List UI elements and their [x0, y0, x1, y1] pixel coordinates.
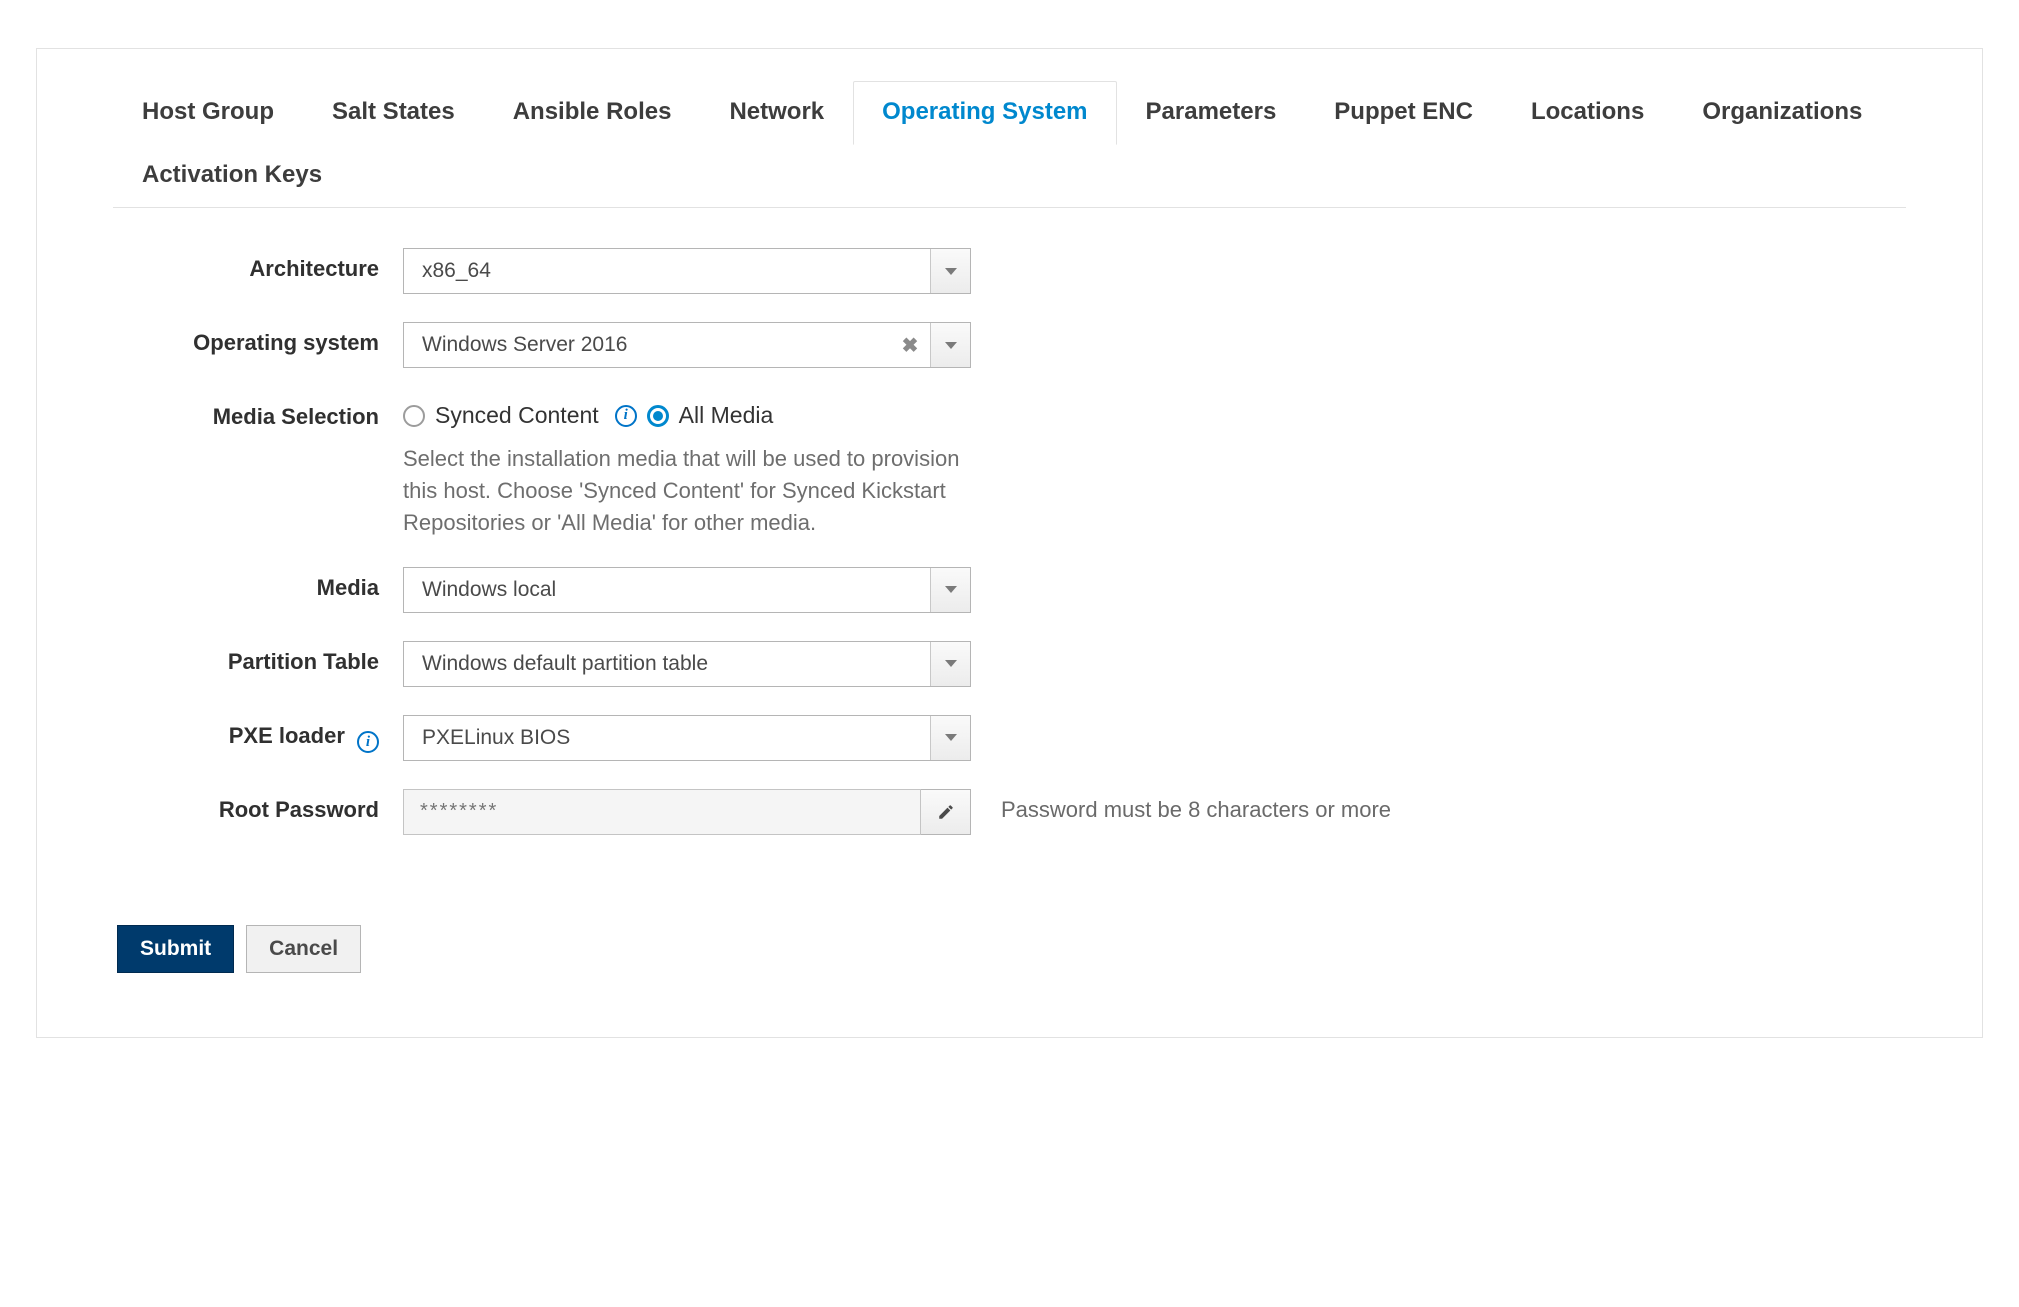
- chevron-down-icon[interactable]: [930, 323, 970, 367]
- radio-synced-content-label: Synced Content: [435, 402, 599, 429]
- tab-parameters[interactable]: Parameters: [1117, 81, 1306, 145]
- partition-table-select[interactable]: Windows default partition table: [403, 641, 971, 687]
- edit-password-button[interactable]: [921, 789, 971, 835]
- architecture-select[interactable]: x86_64: [403, 248, 971, 294]
- partition-table-value: Windows default partition table: [404, 642, 930, 686]
- info-icon[interactable]: i: [615, 405, 637, 427]
- radio-all-media-label: All Media: [679, 402, 774, 429]
- root-password-input[interactable]: [403, 789, 921, 835]
- operating-system-value: Windows Server 2016: [404, 323, 890, 367]
- label-media: Media: [113, 567, 403, 601]
- chevron-down-icon[interactable]: [930, 716, 970, 760]
- chevron-down-icon[interactable]: [930, 568, 970, 612]
- label-operating-system: Operating system: [113, 322, 403, 356]
- tab-network[interactable]: Network: [700, 81, 853, 145]
- chevron-down-icon[interactable]: [930, 642, 970, 686]
- media-select[interactable]: Windows local: [403, 567, 971, 613]
- root-password-hint: Password must be 8 characters or more: [971, 789, 1391, 823]
- submit-button[interactable]: Submit: [117, 925, 234, 973]
- tab-salt-states[interactable]: Salt States: [303, 81, 484, 145]
- tab-organizations[interactable]: Organizations: [1673, 81, 1891, 145]
- label-architecture: Architecture: [113, 248, 403, 282]
- radio-synced-content[interactable]: [403, 405, 425, 427]
- chevron-down-icon[interactable]: [930, 249, 970, 293]
- clear-icon[interactable]: ✖: [890, 323, 930, 367]
- form-actions: Submit Cancel: [117, 925, 1906, 973]
- tab-puppet-enc[interactable]: Puppet ENC: [1305, 81, 1502, 145]
- operating-system-select[interactable]: Windows Server 2016 ✖: [403, 322, 971, 368]
- radio-all-media[interactable]: [647, 405, 669, 427]
- media-selection-help: Select the installation media that will …: [403, 443, 971, 539]
- tab-operating-system[interactable]: Operating System: [853, 81, 1116, 145]
- label-pxe-loader-text: PXE loader: [229, 723, 345, 748]
- label-root-password: Root Password: [113, 789, 403, 823]
- architecture-value: x86_64: [404, 249, 930, 293]
- media-value: Windows local: [404, 568, 930, 612]
- cancel-button[interactable]: Cancel: [246, 925, 361, 973]
- pxe-loader-select[interactable]: PXELinux BIOS: [403, 715, 971, 761]
- info-icon[interactable]: i: [357, 731, 379, 753]
- pencil-icon: [937, 803, 955, 821]
- label-media-selection: Media Selection: [113, 396, 403, 430]
- label-partition-table: Partition Table: [113, 641, 403, 675]
- label-pxe-loader: PXE loader i: [113, 715, 403, 754]
- media-selection-radios: Synced Content i All Media: [403, 396, 971, 429]
- tab-activation-keys[interactable]: Activation Keys: [113, 144, 351, 208]
- form-panel: Host Group Salt States Ansible Roles Net…: [36, 48, 1983, 1038]
- tab-host-group[interactable]: Host Group: [113, 81, 303, 145]
- pxe-loader-value: PXELinux BIOS: [404, 716, 930, 760]
- tab-locations[interactable]: Locations: [1502, 81, 1673, 145]
- tab-ansible-roles[interactable]: Ansible Roles: [484, 81, 701, 145]
- tabs: Host Group Salt States Ansible Roles Net…: [113, 81, 1906, 208]
